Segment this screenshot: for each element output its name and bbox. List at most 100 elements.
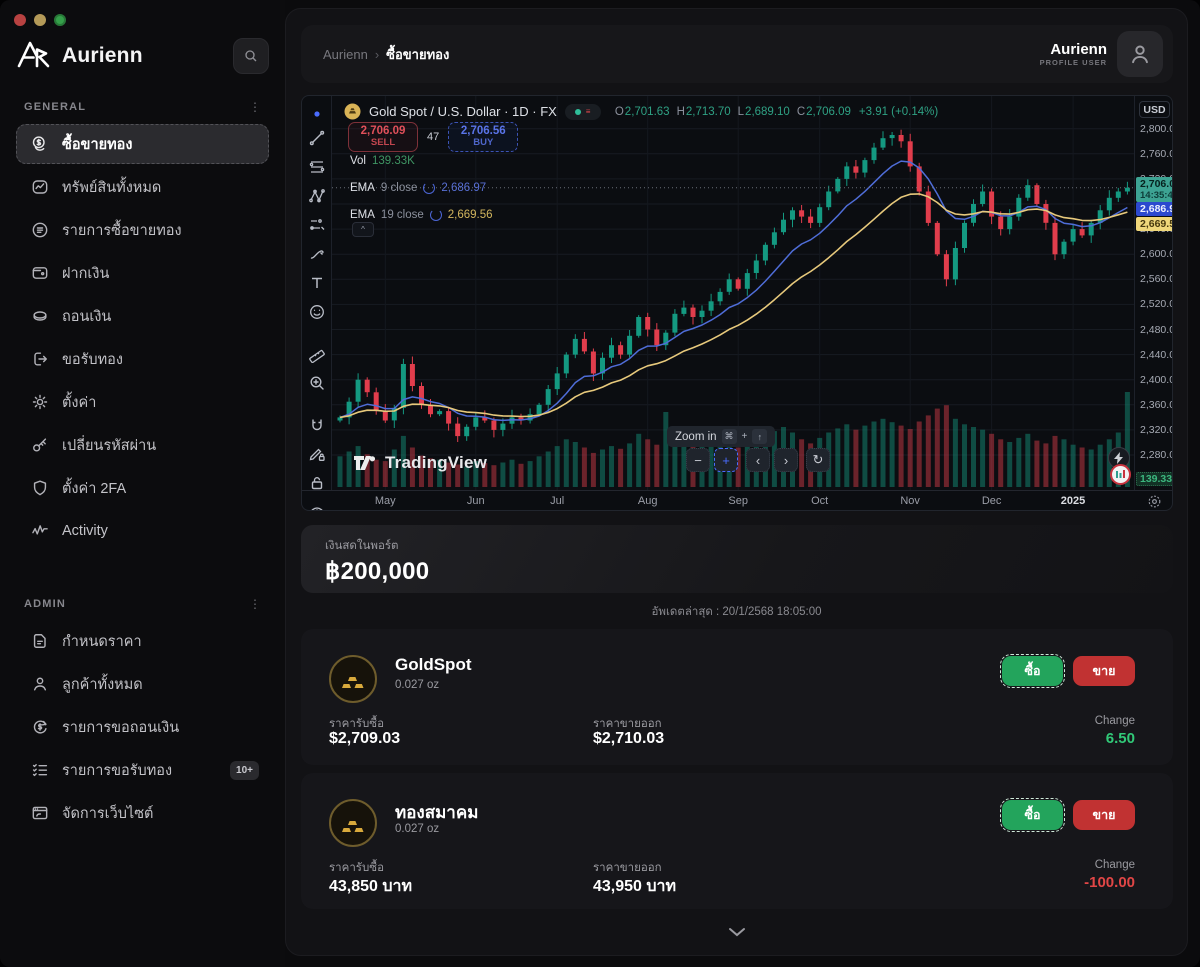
sidebar-item-all-assets[interactable]: ทรัพย์สินทั้งหมด: [16, 167, 269, 207]
price-tick: 2,520.0: [1140, 298, 1173, 310]
close-window-button[interactable]: [14, 14, 26, 26]
browser-window-icon: [30, 803, 50, 823]
checklist-icon: [30, 760, 50, 780]
sidebar-item-label: รายการซื้อขายทอง: [62, 219, 182, 242]
scroll-left-button[interactable]: ‹: [746, 448, 770, 472]
zoom-window-button[interactable]: [54, 14, 66, 26]
buy-button[interactable]: 2,706.56 BUY: [448, 122, 518, 152]
currency-button[interactable]: USD: [1139, 101, 1170, 118]
coin-icon: [30, 306, 50, 326]
profile[interactable]: Aurienn PROFILE USER: [1040, 31, 1163, 77]
buy-gold-button[interactable]: ซื้อ: [1002, 800, 1063, 830]
time-axis[interactable]: MayJunJulAugSepOctNovDec2025: [302, 490, 1173, 511]
section-label-admin: ADMIN: [24, 598, 66, 610]
axis-settings-gear-icon[interactable]: [1147, 494, 1162, 511]
breadcrumb-root[interactable]: Aurienn: [323, 47, 368, 62]
time-tick: Aug: [638, 495, 658, 507]
forecast-tool-icon[interactable]: [306, 216, 328, 234]
tradingview-logo-icon: [354, 453, 377, 473]
sidebar-item-label: ตั้งค่า 2FA: [62, 477, 126, 500]
tradingview-logo-text: TradingView: [385, 453, 487, 473]
shield-icon: [30, 478, 50, 498]
sidebar-item-gold-requests[interactable]: รายการขอรับทอง 10+: [16, 750, 269, 790]
sidebar-item-request-gold[interactable]: ขอรับทอง: [16, 339, 269, 379]
ema19-legend[interactable]: EMA 19 close 2,669.56: [350, 209, 493, 221]
buy-gold-button[interactable]: ซื้อ: [1002, 656, 1063, 686]
minimize-window-button[interactable]: [34, 14, 46, 26]
chart-icon: [30, 177, 50, 197]
last-price-label: 2,706.0 14:35:4: [1136, 177, 1173, 202]
volume-value: 139.33K: [372, 155, 415, 167]
tradingview-logo[interactable]: TradingView: [354, 453, 487, 473]
cmd-keycap: ⌘: [722, 429, 737, 444]
fib-retracement-tool-icon[interactable]: [306, 158, 328, 176]
sell-button[interactable]: 2,706.09 SELL: [348, 122, 418, 152]
volume-legend[interactable]: Vol 139.33K: [350, 155, 415, 167]
balance-card: เงินสดในพอร์ต ฿200,000: [301, 525, 1173, 593]
close-value: 2,706.09: [806, 106, 851, 118]
search-icon: [243, 48, 259, 64]
brush-tool-icon[interactable]: [306, 245, 328, 263]
sell-gold-button[interactable]: ขาย: [1073, 656, 1135, 686]
price-scale[interactable]: 2,800.02,760.02,720.02,680.02,640.02,600…: [1134, 96, 1173, 490]
symbol-title[interactable]: Gold Spot / U.S. Dollar · 1D · FX: [369, 104, 557, 119]
sidebar-item-buy-sell-gold[interactable]: ซื้อขายทอง: [16, 124, 269, 164]
zoom-out-button[interactable]: −: [686, 448, 710, 472]
price-tick: 2,600.0: [1140, 248, 1173, 260]
search-button[interactable]: [233, 38, 269, 74]
loading-spinner-icon: [423, 182, 435, 194]
asset-unit: 0.027 oz: [395, 823, 439, 835]
magnet-tool-icon[interactable]: [306, 416, 328, 434]
data-issue-icon: ≡: [586, 109, 591, 115]
ema9-axis-label: 2,686.9: [1136, 202, 1173, 216]
sidebar-item-withdraw-requests[interactable]: รายการขอถอนเงิน: [16, 707, 269, 747]
avatar[interactable]: [1117, 31, 1163, 77]
xabcd-pattern-tool-icon[interactable]: [306, 187, 328, 205]
loading-spinner-icon: [430, 209, 442, 221]
profile-role: PROFILE USER: [1040, 58, 1107, 67]
sidebar-item-activity[interactable]: Activity: [16, 511, 269, 551]
sidebar-item-manage-website[interactable]: จัดการเว็บไซต์: [16, 793, 269, 833]
sidebar-item-label: ตั้งค่า: [62, 391, 96, 414]
reset-chart-button[interactable]: ↻: [806, 448, 830, 472]
crosshair-tool-icon[interactable]: [306, 110, 328, 118]
balance-value: ฿200,000: [325, 557, 1149, 586]
scroll-right-button[interactable]: ›: [774, 448, 798, 472]
ema9-legend[interactable]: EMA 9 close 2,686.97: [350, 182, 486, 194]
price-tick: 2,800.0: [1140, 123, 1173, 135]
drawing-lock-icon[interactable]: [306, 445, 328, 463]
market-status-pill[interactable]: ≡: [565, 104, 601, 120]
zoom-in-button[interactable]: +: [714, 448, 738, 472]
ema9-value: 2,686.97: [441, 182, 486, 194]
sidebar-item-change-password[interactable]: เปลี่ยนรหัสผ่าน: [16, 425, 269, 465]
data-provider-icon[interactable]: [1110, 464, 1131, 485]
collapse-legend-button[interactable]: ^: [352, 222, 374, 237]
expand-more-button[interactable]: [286, 927, 1187, 937]
tradingview-chart: Gold Spot / U.S. Dollar · 1D · FX ≡ O2,7…: [301, 95, 1173, 511]
coins-dollar-icon: [30, 134, 50, 154]
sidebar-item-label: รายการขอถอนเงิน: [62, 716, 179, 739]
admin-menu-icon[interactable]: ⋮: [249, 597, 261, 611]
sidebar-item-label: ถอนเงิน: [62, 305, 111, 328]
profile-name: Aurienn: [1040, 42, 1107, 58]
time-tick: Jun: [467, 495, 485, 507]
emoji-tool-icon[interactable]: [306, 303, 328, 321]
time-tick: Dec: [982, 495, 1002, 507]
sidebar-item-label: กำหนดราคา: [62, 630, 142, 653]
activity-icon: [30, 521, 50, 541]
sidebar-item-settings[interactable]: ตั้งค่า: [16, 382, 269, 422]
zoom-in-tool-icon[interactable]: [306, 374, 328, 392]
measure-tool-icon[interactable]: [306, 345, 328, 363]
change-value: +3.91 (+0.14%): [859, 106, 938, 118]
trend-line-tool-icon[interactable]: [306, 129, 328, 147]
sidebar-item-set-price[interactable]: กำหนดราคา: [16, 621, 269, 661]
general-menu-icon[interactable]: ⋮: [249, 100, 261, 114]
sidebar-item-deposit[interactable]: ฝากเงิน: [16, 253, 269, 293]
sell-gold-button[interactable]: ขาย: [1073, 800, 1135, 830]
sidebar-item-2fa[interactable]: ตั้งค่า 2FA: [16, 468, 269, 508]
text-tool-icon[interactable]: [306, 274, 328, 292]
sidebar-item-gold-trade-list[interactable]: รายการซื้อขายทอง: [16, 210, 269, 250]
sidebar-item-withdraw[interactable]: ถอนเงิน: [16, 296, 269, 336]
sidebar-item-all-customers[interactable]: ลูกค้าทั้งหมด: [16, 664, 269, 704]
price-tick: 2,280.0: [1140, 449, 1173, 461]
